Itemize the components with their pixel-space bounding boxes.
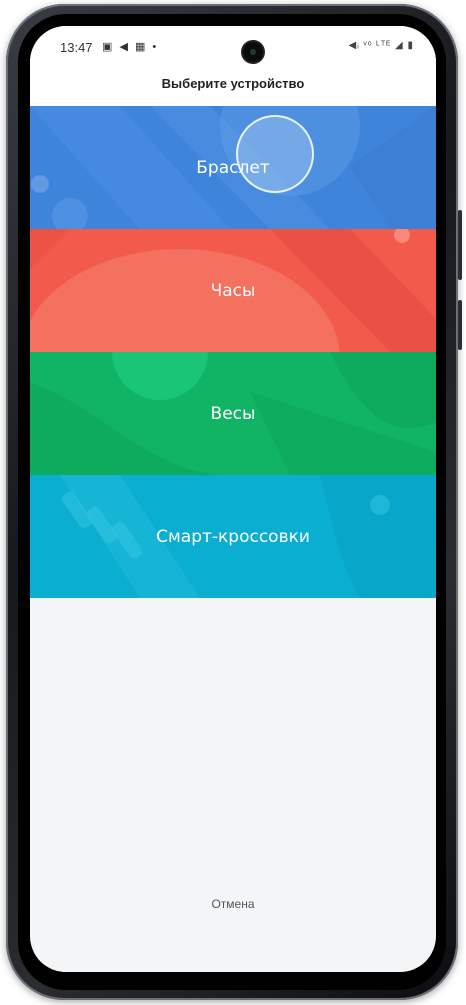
- status-bar: 13:47 ▣ ◀ ▦ • ◀ᵢ ᵛᵒ ᴸᵀᴱ ◢ ▮: [30, 26, 436, 66]
- navigation-bar: [30, 952, 436, 972]
- power-button: [458, 300, 462, 350]
- notification-icons: ▣ ◀ ▦ •: [102, 41, 159, 53]
- cancel-label: Отмена: [211, 897, 255, 911]
- front-camera-icon: [243, 42, 263, 62]
- cancel-button[interactable]: Отмена: [30, 886, 436, 922]
- option-scales-label: Весы: [210, 403, 256, 424]
- option-scales-button[interactable]: Весы: [30, 352, 436, 475]
- status-time: 13:47: [60, 40, 93, 55]
- signal-battery-icons: ◀ᵢ ᵛᵒ ᴸᵀᴱ ◢ ▮: [348, 40, 414, 51]
- touch-indicator: [236, 115, 314, 193]
- dialog-header: Выберите устройство: [30, 66, 436, 106]
- volume-button: [458, 210, 462, 280]
- option-sneakers-button[interactable]: Смарт-кроссовки: [30, 475, 436, 598]
- option-watch-button[interactable]: Часы: [30, 229, 436, 352]
- option-sneakers-label: Смарт-кроссовки: [156, 526, 310, 547]
- option-bracelet-button[interactable]: Браслет: [30, 106, 436, 229]
- option-watch-label: Часы: [210, 280, 256, 301]
- phone-screen: 13:47 ▣ ◀ ▦ • ◀ᵢ ᵛᵒ ᴸᵀᴱ ◢ ▮ Выберите уст…: [30, 26, 436, 972]
- dialog-title: Выберите устройство: [161, 75, 305, 91]
